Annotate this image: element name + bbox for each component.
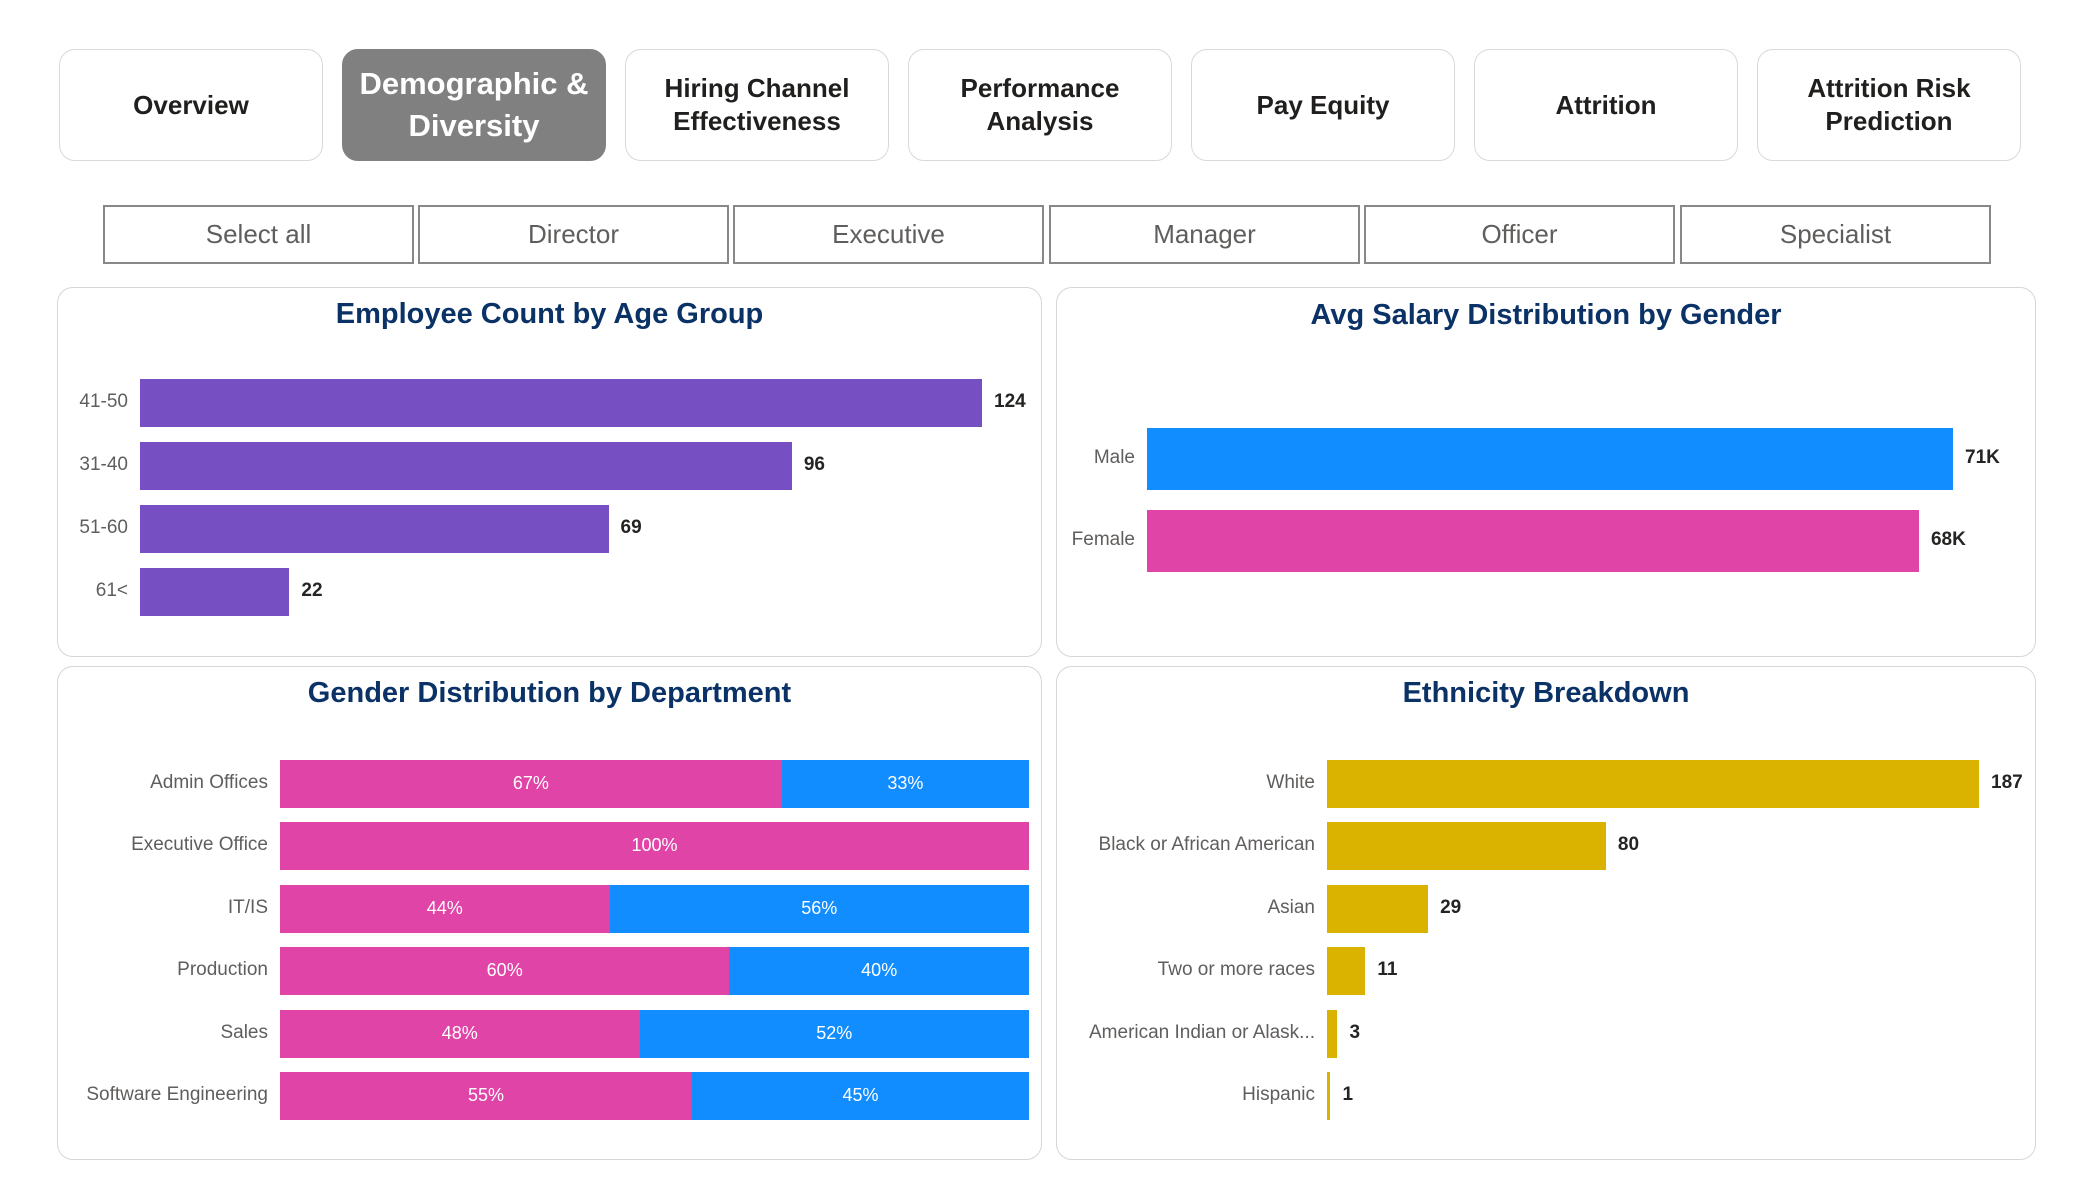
- category-label: Black or African American: [1098, 834, 1315, 856]
- category-label: White: [1266, 772, 1315, 793]
- segment-label: 33%: [887, 773, 924, 793]
- value-label: 3: [1349, 1021, 1361, 1043]
- segment-label: 67%: [512, 773, 549, 793]
- category-label: IT/IS: [227, 896, 268, 918]
- category-label: Executive Office: [131, 834, 268, 856]
- nav-tab-attrition[interactable]: Attrition: [1474, 49, 1738, 161]
- bar: [1327, 1072, 1331, 1120]
- age-group-card: Employee Count by Age Group 41-50 124 31-4…: [57, 287, 1042, 657]
- value-label: 68K: [1930, 529, 1966, 550]
- segment-label: 45%: [842, 1085, 879, 1105]
- bar: [1327, 947, 1366, 996]
- bar: [140, 505, 609, 553]
- value-label: 187: [1991, 772, 2023, 793]
- bar: [140, 442, 792, 490]
- value-label: 71K: [1965, 447, 2000, 468]
- value-label: 124: [994, 391, 1026, 412]
- nav-tab-hiring-channel[interactable]: Hiring Channel Effectiveness: [625, 49, 889, 161]
- gender-department-chart-title: Gender Distribution by Department: [307, 677, 792, 709]
- value-label: 80: [1617, 834, 1640, 856]
- bar: [140, 379, 982, 427]
- slicer-officer[interactable]: Officer: [1364, 205, 1675, 264]
- category-label: Sales: [220, 1021, 268, 1043]
- bar: [1147, 428, 1953, 490]
- category-label: Production: [177, 959, 268, 981]
- value-label: 96: [803, 454, 825, 475]
- category-label: 51-60: [79, 517, 128, 538]
- segment-label: 40%: [861, 960, 898, 981]
- value-label: 69: [620, 517, 642, 538]
- bar: [1147, 510, 1919, 572]
- category-label: American Indian or Alask...: [1089, 1021, 1315, 1043]
- ethnicity-chart-title: Ethnicity Breakdown: [1402, 677, 1690, 709]
- value-label: 1: [1342, 1084, 1354, 1105]
- segment-label: 100%: [631, 835, 678, 856]
- segment-label: 52%: [816, 1022, 853, 1043]
- category-label: 41-50: [79, 391, 128, 412]
- bar: [140, 568, 290, 616]
- slicer-manager[interactable]: Manager: [1049, 205, 1360, 264]
- segment-label: 48%: [441, 1022, 478, 1043]
- category-label: 31-40: [79, 454, 128, 475]
- bar: [1327, 822, 1606, 871]
- slicer-director[interactable]: Director: [418, 205, 729, 264]
- category-label: Software Engineering: [86, 1084, 268, 1105]
- nav-tab-overview[interactable]: Overview: [59, 49, 323, 161]
- slicer-select-all[interactable]: Select all: [103, 205, 414, 264]
- category-label: 61<: [95, 580, 128, 601]
- value-label: 29: [1440, 896, 1462, 918]
- bar: [1327, 884, 1429, 933]
- salary-gender-card: Avg Salary Distribution by Gender Male 71…: [1056, 287, 2036, 657]
- slicer-executive[interactable]: Executive: [733, 205, 1044, 264]
- age-group-chart-title: Employee Count by Age Group: [335, 298, 764, 330]
- value-label: 11: [1377, 959, 1398, 981]
- category-label: Female: [1071, 529, 1135, 550]
- segment-label: 60%: [486, 960, 523, 981]
- category-label: Two or more races: [1157, 959, 1315, 981]
- gender-department-card: Gender Distribution by Department Admin …: [57, 666, 1042, 1160]
- category-label: Asian: [1267, 896, 1315, 918]
- ethnicity-card: Ethnicity Breakdown White 187 Black or Afr…: [1056, 666, 2036, 1160]
- nav-tab-attrition-risk[interactable]: Attrition Risk Prediction: [1757, 49, 2021, 161]
- category-label: Male: [1093, 447, 1135, 468]
- bar: [1327, 760, 1979, 808]
- category-label: Admin Offices: [150, 772, 268, 793]
- segment-label: 44%: [426, 897, 463, 918]
- category-label: Hispanic: [1242, 1084, 1315, 1105]
- segment-label: 56%: [801, 897, 838, 918]
- salary-gender-chart-title: Avg Salary Distribution by Gender: [1310, 299, 1782, 331]
- segment-label: 55%: [467, 1085, 504, 1105]
- slicer-specialist[interactable]: Specialist: [1680, 205, 1991, 264]
- bar: [1327, 1009, 1338, 1058]
- nav-tab-pay-equity[interactable]: Pay Equity: [1191, 49, 1455, 161]
- value-label: 22: [301, 580, 323, 601]
- nav-tab-demographic-diversity[interactable]: Demographic & Diversity: [342, 49, 606, 161]
- nav-tab-performance-analysis[interactable]: Performance Analysis: [908, 49, 1172, 161]
